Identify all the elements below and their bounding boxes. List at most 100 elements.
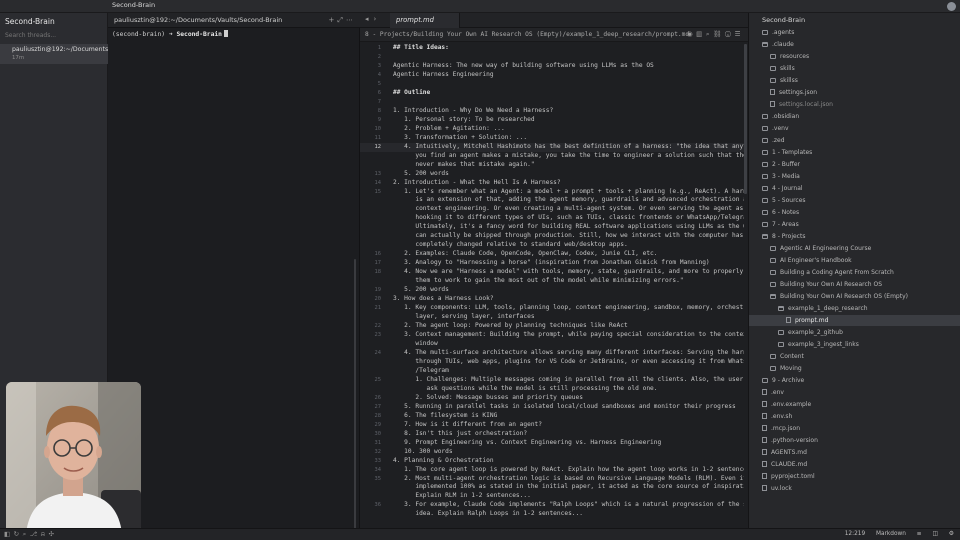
editor-line[interactable]: 20 3. How does a Harness Look? [360, 295, 744, 304]
editor-line[interactable]: 11 3. Transformation + Solution: ... [360, 134, 744, 143]
tree-file[interactable]: prompt.md [749, 315, 960, 326]
tree-folder[interactable]: .venv [749, 123, 960, 134]
tree-folder[interactable]: Building Your Own AI Research OS [749, 279, 960, 290]
more-icon[interactable]: ⋯ [346, 16, 356, 24]
editor-line[interactable]: 16 2. Examples: Claude Code, OpenCode, O… [360, 250, 744, 259]
editor-line[interactable]: 3 Agentic Harness: The new way of buildin… [360, 62, 744, 71]
sidebar-toggle-icon[interactable]: ◧ [4, 530, 14, 538]
thread-item[interactable]: pauliusztin@192:~/Documents/Vaults/Secon… [0, 44, 172, 64]
layout-icon[interactable]: ◫ [932, 531, 937, 537]
editor-line[interactable]: 31 9. Prompt Engineering vs. Context Eng… [360, 439, 744, 448]
editor-line[interactable]: 10 2. Problem + Agitation: ... [360, 125, 744, 134]
tree-file[interactable]: .env.example [749, 399, 960, 410]
editor-line[interactable]: Explain RLM in 1-2 sentences... [360, 492, 744, 501]
editor-line[interactable]: Ultimately, it's a fancy word for buildi… [360, 223, 744, 232]
tree-folder[interactable]: .obsidian [749, 111, 960, 122]
editor-line[interactable]: layer, serving layer, interfaces [360, 313, 744, 322]
editor-line[interactable]: them to work to gain the most out of the… [360, 277, 744, 286]
tree-folder[interactable]: 7 - Areas [749, 219, 960, 230]
editor-line[interactable]: 27 5. Running in parallel tasks in isola… [360, 403, 744, 412]
editor-content[interactable]: 1 ## Title Ideas: 2 3 Agentic Harness: The n… [360, 44, 744, 528]
tree-folder[interactable]: 6 - Notes [749, 207, 960, 218]
preview-icon[interactable]: ◉ [687, 30, 696, 38]
editor-line[interactable]: 26 2. Solved: Message busses and priorit… [360, 394, 744, 403]
editor-line[interactable]: 2 [360, 53, 744, 62]
editor-line[interactable]: 15 1. Let's remember what an Agent: a mo… [360, 188, 745, 197]
tree-file[interactable]: .env [749, 387, 960, 398]
tree-file[interactable]: settings.local.json [749, 99, 960, 110]
editor-file-tab[interactable]: prompt.md [390, 13, 460, 28]
terminal-panel[interactable]: pauliusztin@192:~/Documents/Vaults/Secon… [108, 13, 360, 529]
tree-folder[interactable]: example_2_github [749, 327, 960, 338]
editor-line[interactable]: 6 ## Outline [360, 89, 744, 98]
expand-icon[interactable]: ⤢ [337, 16, 346, 24]
tree-folder[interactable]: resources [749, 51, 960, 62]
tree-folder[interactable]: 5 - Sources [749, 195, 960, 206]
tree-folder[interactable]: example_3_ingest_links [749, 339, 960, 350]
editor-line[interactable]: idea. Explain Ralph Loops in 1-2 sentenc… [360, 510, 744, 519]
editor-line[interactable]: 25 1. Challenges: Multiple messages comi… [360, 376, 744, 385]
tree-file[interactable]: AGENTS.md [749, 447, 960, 458]
editor-line[interactable]: 14 2. Introduction - What the Hell Is A H… [360, 179, 744, 188]
tree-folder[interactable]: 2 - Buffer [749, 159, 960, 170]
tree-folder[interactable]: .zed [749, 135, 960, 146]
editor-panel[interactable]: ◂› prompt.md 8 - Projects/Building Your … [360, 13, 748, 528]
tree-folder[interactable]: AI Engineer's Handbook [749, 255, 960, 266]
settings-icon[interactable]: ⚙ [949, 531, 954, 537]
editor-line[interactable]: 33 4. Planning & Orchestration [360, 457, 744, 466]
tree-file[interactable]: .mcp.json [749, 423, 960, 434]
editor-line[interactable]: 22 2. The agent loop: Powered by plannin… [360, 322, 744, 331]
tree-file[interactable]: pyproject.toml [749, 471, 960, 482]
tree-folder[interactable]: Building Your Own AI Research OS (Empty) [749, 291, 960, 302]
editor-line[interactable]: 34 1. The core agent loop is powered by … [360, 466, 745, 475]
editor-line[interactable]: 35 2. Most multi-agent orchestration log… [360, 475, 745, 484]
editor-line[interactable]: 13 5. 200 words [360, 170, 744, 179]
editor-line[interactable]: 18 4. Now we are "Harness a model" with … [360, 268, 744, 277]
editor-line[interactable]: never makes that mistake again." [360, 161, 744, 170]
editor-line[interactable]: 5 [360, 80, 744, 89]
editor-line[interactable]: you find an agent makes a mistake, you t… [360, 152, 744, 161]
tree-folder[interactable]: 4 - Journal [749, 183, 960, 194]
menu-arrow-left-icon[interactable]: ◂ [365, 15, 374, 23]
editor-scrollbar[interactable] [744, 44, 747, 194]
nav-forward-icon[interactable]: › [374, 15, 382, 23]
tree-folder[interactable]: example_1_deep_research [749, 303, 960, 314]
editor-line[interactable]: 19 5. 200 words [360, 286, 744, 295]
editor-line[interactable]: is an extension of that, adding the agen… [360, 196, 744, 205]
editor-line[interactable]: 4 Agentic Harness Engineering [360, 71, 744, 80]
editor-line[interactable]: 7 [360, 98, 744, 107]
tree-file[interactable]: settings.json [749, 87, 960, 98]
editor-line[interactable]: hooking it to different types of UIs, su… [360, 214, 744, 223]
tree-folder[interactable]: Content [749, 351, 960, 362]
editor-line[interactable]: 17 3. Analogy to "Harnessing a horse" (i… [360, 259, 744, 268]
bell-icon[interactable]: ⍾ [41, 530, 49, 538]
tree-folder[interactable]: .agents [749, 27, 960, 38]
link-icon[interactable]: ⛓ [713, 30, 725, 38]
editor-line[interactable]: 9 1. Personal story: To be researched [360, 116, 744, 125]
info-icon[interactable]: ⓘ [725, 30, 735, 38]
editor-line[interactable]: implemented 100% as stated in the initia… [360, 483, 744, 492]
file-tree-root[interactable]: Second-Brain [762, 16, 805, 24]
tree-file[interactable]: .python-version [749, 435, 960, 446]
sync-icon[interactable]: ↻ [14, 530, 23, 538]
user-avatar-icon[interactable] [947, 2, 956, 11]
editor-line[interactable]: 1 ## Title Ideas: [360, 44, 744, 53]
file-path[interactable]: 8 - Projects/Building Your Own AI Resear… [365, 31, 689, 38]
editor-line[interactable]: 30 8. Isn't this just orchestration? [360, 430, 744, 439]
editor-line[interactable]: window [360, 340, 744, 349]
editor-line[interactable]: can actually be shipped through producti… [360, 232, 744, 241]
puzzle-icon[interactable]: ✣ [49, 530, 58, 538]
thread-search-input[interactable] [3, 30, 104, 41]
search-icon[interactable]: ⌕ [23, 530, 30, 538]
tree-file[interactable]: .env.sh [749, 411, 960, 422]
tree-folder[interactable]: 9 - Archive [749, 375, 960, 386]
split-icon[interactable]: ▥ [696, 30, 706, 38]
tree-folder[interactable]: 3 - Media [749, 171, 960, 182]
tree-folder[interactable]: Moving [749, 363, 960, 374]
editor-line[interactable]: 23 3. Context management: Building the p… [360, 331, 745, 340]
editor-line[interactable]: through TUIs, web apps, plugins for VS C… [360, 358, 744, 367]
outline-icon[interactable]: ☰ [735, 30, 744, 38]
terminal-prompt[interactable]: (second-brain) ➜ Second-Brain [112, 30, 228, 38]
format-icon[interactable]: ≡ [917, 531, 922, 537]
tree-folder[interactable]: Agentic AI Engineering Course [749, 243, 960, 254]
